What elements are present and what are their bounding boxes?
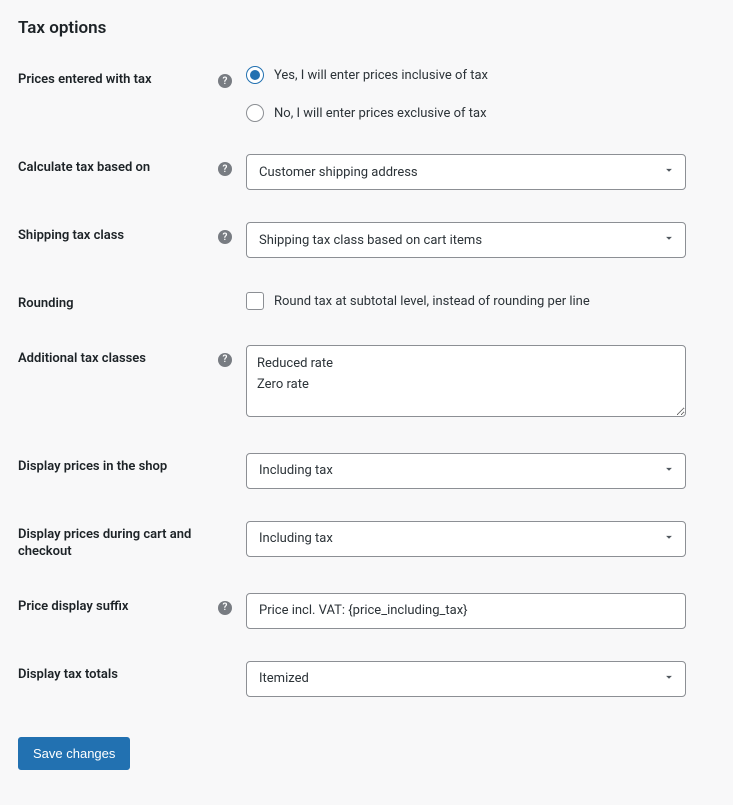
row-prices-entered-with-tax: Prices entered with tax ? Yes, I will en…: [18, 66, 715, 122]
label-display-cart: Display prices during cart and checkout: [18, 527, 210, 561]
radio-label: Yes, I will enter prices inclusive of ta…: [274, 68, 488, 83]
label-rounding: Rounding: [18, 296, 210, 313]
select-value: Customer shipping address: [259, 165, 418, 180]
row-display-prices-shop: Display prices in the shop Including tax: [18, 453, 715, 489]
select-value: Including tax: [259, 463, 333, 478]
label-additional-classes: Additional tax classes: [18, 351, 210, 368]
radio-exclusive[interactable]: No, I will enter prices exclusive of tax: [246, 104, 686, 122]
page-title: Tax options: [18, 18, 715, 38]
label-shipping-class: Shipping tax class: [18, 228, 210, 245]
row-calculate-tax-based-on: Calculate tax based on ? Customer shippi…: [18, 154, 715, 190]
row-display-tax-totals: Display tax totals Itemized: [18, 661, 715, 697]
textarea-additional-classes[interactable]: [246, 345, 686, 417]
row-rounding: Rounding Round tax at subtotal level, in…: [18, 290, 715, 313]
row-additional-tax-classes: Additional tax classes ?: [18, 345, 715, 421]
radio-label: No, I will enter prices exclusive of tax: [274, 106, 487, 121]
row-shipping-tax-class: Shipping tax class ? Shipping tax class …: [18, 222, 715, 258]
help-icon[interactable]: ?: [218, 74, 232, 88]
label-price-suffix: Price display suffix: [18, 599, 210, 616]
radio-circle-icon: [246, 66, 264, 84]
radio-circle-icon: [246, 104, 264, 122]
select-value: Itemized: [259, 671, 309, 686]
label-calc-based: Calculate tax based on: [18, 160, 210, 177]
label-display-shop: Display prices in the shop: [18, 459, 210, 476]
help-icon[interactable]: ?: [218, 601, 232, 615]
save-button[interactable]: Save changes: [18, 737, 130, 770]
row-price-display-suffix: Price display suffix ?: [18, 593, 715, 629]
select-calc-based[interactable]: Customer shipping address: [246, 154, 686, 190]
checkbox-icon: [246, 292, 264, 310]
select-display-shop[interactable]: Including tax: [246, 453, 686, 489]
select-shipping-class[interactable]: Shipping tax class based on cart items: [246, 222, 686, 258]
help-icon[interactable]: ?: [218, 353, 232, 367]
checkbox-rounding[interactable]: Round tax at subtotal level, instead of …: [246, 290, 686, 310]
select-display-totals[interactable]: Itemized: [246, 661, 686, 697]
label-display-totals: Display tax totals: [18, 667, 210, 684]
help-icon[interactable]: ?: [218, 230, 232, 244]
help-icon[interactable]: ?: [218, 162, 232, 176]
select-display-cart[interactable]: Including tax: [246, 521, 686, 557]
input-price-suffix[interactable]: [246, 593, 686, 629]
select-value: Shipping tax class based on cart items: [259, 233, 482, 248]
row-display-prices-cart: Display prices during cart and checkout …: [18, 521, 715, 561]
checkbox-label: Round tax at subtotal level, instead of …: [274, 294, 590, 309]
select-value: Including tax: [259, 531, 333, 546]
radio-inclusive[interactable]: Yes, I will enter prices inclusive of ta…: [246, 66, 686, 84]
label-prices-tax: Prices entered with tax: [18, 72, 210, 89]
